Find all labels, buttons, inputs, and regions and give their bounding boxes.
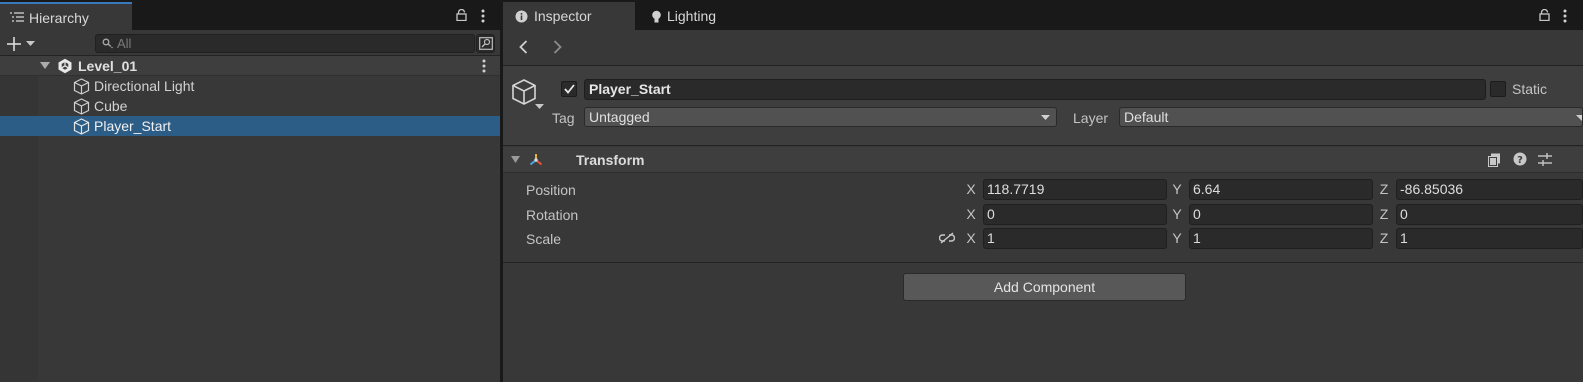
lock-icon[interactable] [456,9,467,21]
position-y-field[interactable]: 6.64 [1189,179,1373,200]
hierarchy-item-selected[interactable]: Player_Start [0,116,500,136]
chevron-down-icon [1041,115,1050,121]
tab-hierarchy[interactable]: Hierarchy [0,2,132,30]
gameobject-large-icon[interactable] [510,78,538,106]
layer-value: Default [1124,109,1169,125]
scene-search-icon [479,37,493,50]
gameobject-cube-icon [73,118,90,135]
gameobject-header [503,66,1583,146]
axis-z-label[interactable]: Z [1378,204,1390,225]
hierarchy-panel: Hierarchy All Level_01 Directional Light… [0,0,500,382]
rotation-label: Rotation [526,207,579,223]
plus-icon[interactable] [6,36,22,52]
search-placeholder: All [117,36,132,51]
position-z-field[interactable]: -86.85036 [1396,179,1583,200]
foldout-arrow-icon[interactable] [511,156,520,164]
scene-name: Level_01 [78,58,138,74]
inspector-nav-bar [503,30,1583,66]
help-icon[interactable]: ? [1513,152,1527,166]
scale-x-field[interactable]: 1 [983,228,1167,249]
layer-dropdown[interactable]: Default [1119,107,1583,127]
scene-menu-icon[interactable] [482,59,486,73]
scene-row[interactable]: Level_01 [0,56,500,76]
tab-inspector-label: Inspector [534,8,592,24]
back-arrow-icon[interactable] [519,40,528,54]
rotation-y-field[interactable]: 0 [1189,204,1373,225]
gameobject-name-field[interactable]: Player_Start [584,79,1486,100]
scale-label: Scale [526,231,562,247]
unity-scene-icon [57,58,73,74]
chevron-down-icon[interactable] [26,41,35,47]
tab-inspector[interactable]: Inspector [503,2,635,30]
position-label: Position [526,182,576,198]
checkmark-icon [564,84,575,94]
scale-z-field[interactable]: 1 [1396,228,1583,249]
bulb-icon [651,10,662,24]
gameobject-cube-icon [73,98,90,115]
forward-arrow-icon[interactable] [553,40,562,54]
axis-y-label[interactable]: Y [1171,204,1183,225]
inspector-panel: Inspector Lighting Player_Start Static T… [503,0,1583,382]
info-icon [515,10,528,23]
axis-x-label[interactable]: X [965,179,977,200]
scale-y-field[interactable]: 1 [1189,228,1373,249]
hierarchy-item[interactable]: Directional Light [0,76,500,96]
scene-foldout-icon[interactable] [40,62,50,70]
hierarchy-search-input[interactable]: All [95,34,475,53]
axis-z-label[interactable]: Z [1378,228,1390,249]
scene-search-button[interactable] [476,34,495,53]
constrain-proportions-icon[interactable] [939,232,955,244]
static-checkbox[interactable] [1490,81,1506,97]
rotation-z-field[interactable]: 0 [1396,204,1583,225]
kebab-menu-icon[interactable] [1563,9,1567,23]
rotation-x-field[interactable]: 0 [983,204,1167,225]
axis-y-label[interactable]: Y [1171,179,1183,200]
tab-hierarchy-label: Hierarchy [29,10,89,26]
component-separator [503,262,1583,263]
transform-icon [528,152,544,168]
tag-dropdown[interactable]: Untagged [584,107,1057,127]
add-component-button[interactable]: Add Component [903,273,1186,301]
position-x-field[interactable]: 118.7719 [983,179,1167,200]
gameobject-cube-icon [73,78,90,95]
hierarchy-item-label: Player_Start [94,118,172,134]
tag-value: Untagged [589,109,650,125]
axis-y-label[interactable]: Y [1171,228,1183,249]
component-settings-icon[interactable] [1538,153,1552,166]
kebab-menu-icon[interactable] [481,9,485,23]
svg-text:?: ? [1517,155,1523,166]
axis-z-label[interactable]: Z [1378,179,1390,200]
transform-title: Transform [576,152,645,168]
axis-x-label[interactable]: X [965,204,977,225]
tab-lighting[interactable]: Lighting [643,2,763,30]
list-icon [10,11,24,23]
transform-header[interactable]: Transform ? [503,147,1583,173]
static-label: Static [1512,81,1548,97]
preset-icon[interactable] [1488,153,1501,167]
hierarchy-item-label: Cube [94,98,128,114]
icon-dropdown-arrow-icon[interactable] [535,104,544,110]
layer-label: Layer [1073,110,1109,126]
chevron-down-icon [1576,115,1582,121]
lock-icon[interactable] [1539,9,1550,21]
axis-x-label[interactable]: X [965,228,977,249]
active-checkbox[interactable] [561,81,577,97]
hierarchy-item[interactable]: Cube [0,96,500,116]
search-icon [102,38,114,49]
hierarchy-item-label: Directional Light [94,78,195,94]
tab-lighting-label: Lighting [667,8,717,24]
tag-label: Tag [552,110,575,126]
